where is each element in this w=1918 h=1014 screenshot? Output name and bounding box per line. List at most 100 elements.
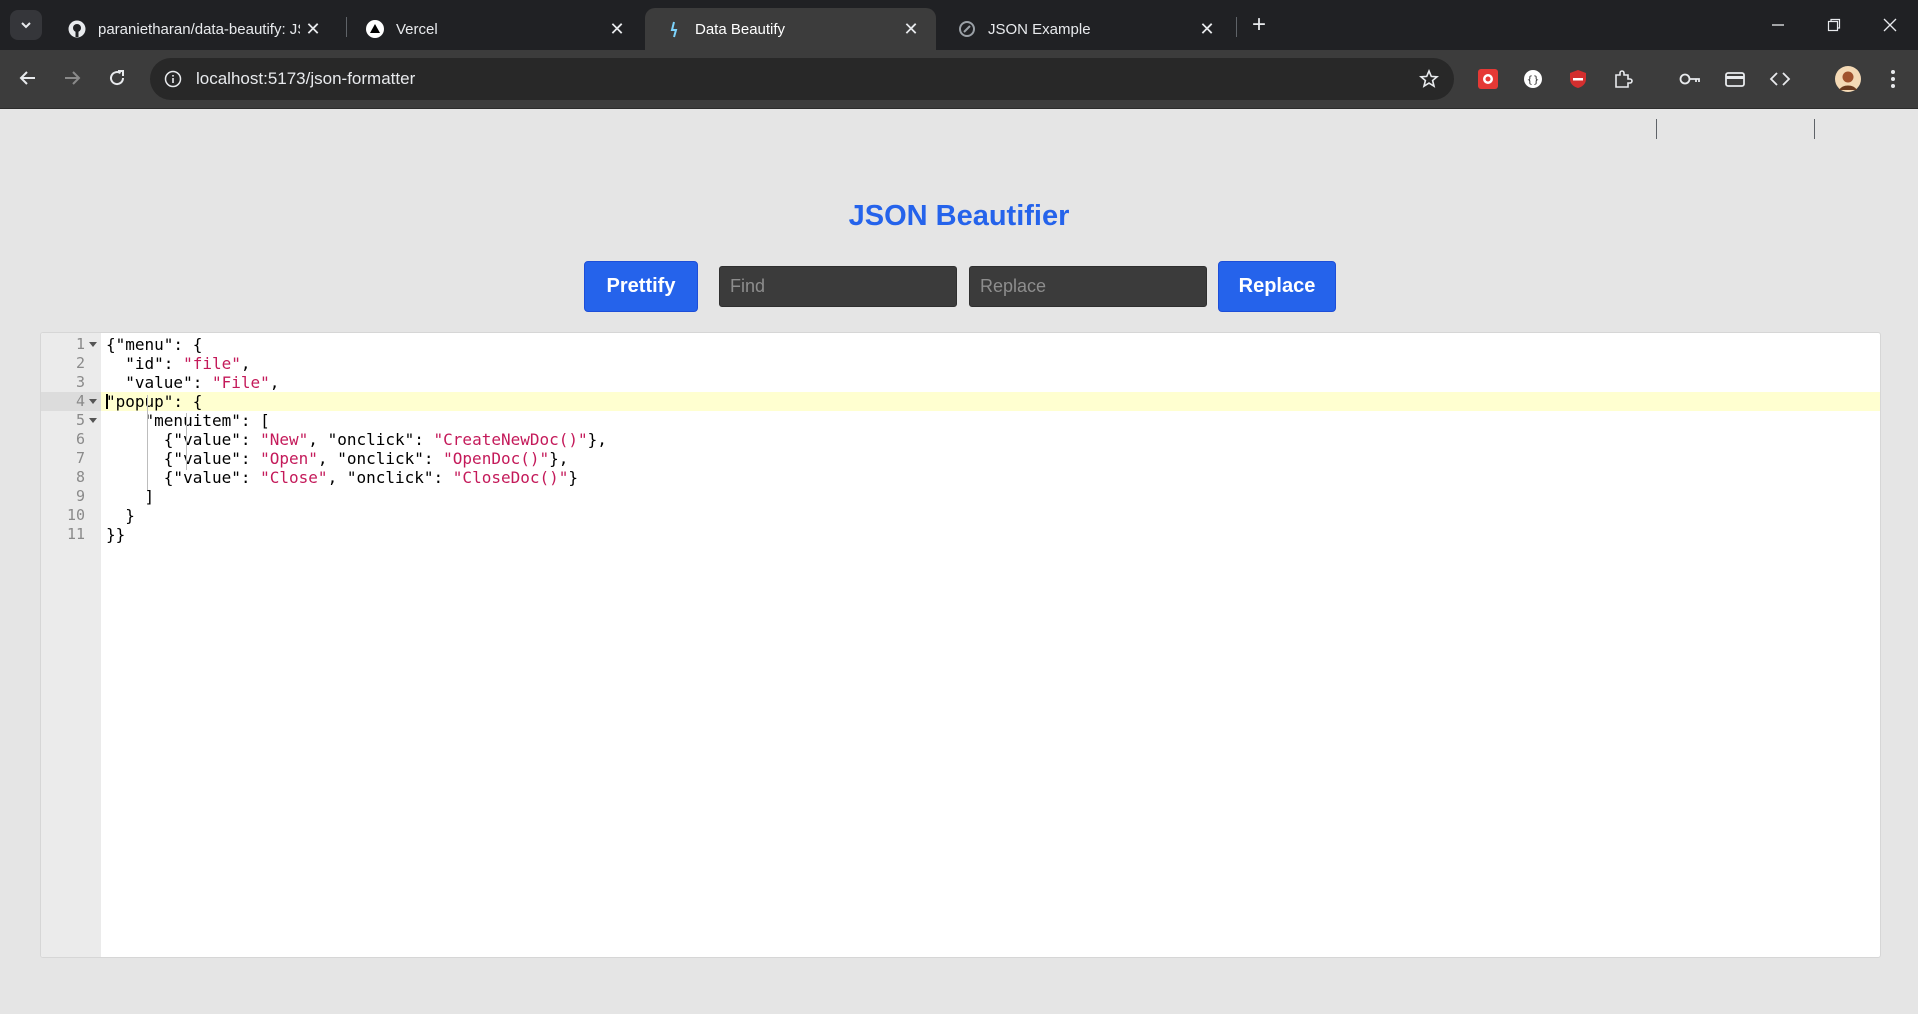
tab-title: Data Beautify (695, 20, 786, 38)
toolbar-divider (1656, 119, 1657, 139)
minimize-button[interactable] (1750, 8, 1806, 42)
site-info-icon[interactable] (162, 68, 184, 90)
tab-data-beautify[interactable]: Data Beautify ✕ (645, 8, 936, 50)
menu-kebab-icon[interactable] (1880, 66, 1906, 92)
line-number: 2 (75, 354, 85, 372)
code-line[interactable]: 8 {"value": "Close", "onclick": "CloseDo… (41, 468, 1880, 487)
code-token: "id": (106, 354, 184, 373)
ext-shield-icon[interactable] (1565, 66, 1591, 92)
code-token: , (269, 373, 280, 392)
close-icon[interactable]: ✕ (604, 16, 630, 42)
code-line[interactable]: 7 {"value": "Open", "onclick": "OpenDoc(… (41, 449, 1880, 468)
code-line[interactable]: 5 "menuitem": [ (41, 411, 1880, 430)
ext-white-circle-icon[interactable]: {} (1520, 66, 1546, 92)
string-token: "file" (183, 354, 241, 373)
tab-github[interactable]: paranietharan/data-beautify: JS ✕ (48, 8, 338, 50)
fold-toggle-icon[interactable] (89, 418, 97, 423)
code-token: }} (106, 525, 126, 544)
string-token: "CloseDoc()" (452, 468, 569, 487)
tab-json-example[interactable]: JSON Example ✕ (938, 8, 1232, 50)
tab-search-button[interactable] (10, 10, 42, 40)
replace-button[interactable]: Replace (1218, 261, 1336, 312)
github-icon (68, 20, 86, 38)
close-icon[interactable]: ✕ (1194, 16, 1220, 42)
string-token: "OpenDoc()" (443, 449, 550, 468)
bookmark-star-icon[interactable] (1418, 68, 1440, 90)
puzzle-icon[interactable] (1610, 66, 1636, 92)
close-window-button[interactable] (1862, 8, 1918, 42)
tab-title: paranietharan/data-beautify: JS (98, 20, 300, 38)
new-tab-button[interactable]: + (1246, 11, 1272, 38)
code-line[interactable]: 11}} (41, 525, 1880, 544)
card-icon[interactable] (1722, 66, 1748, 92)
code-token: , (240, 354, 251, 373)
code-token: {"value": (106, 430, 261, 449)
code-line[interactable]: 10 } (41, 506, 1880, 525)
code-line[interactable]: 1 {"menu": { (41, 335, 1880, 354)
string-token: "New" (260, 430, 309, 449)
tab-title: JSON Example (988, 20, 1091, 38)
toolbar-divider (1814, 119, 1815, 139)
code-token: }, (549, 449, 569, 468)
replace-input[interactable] (969, 266, 1207, 307)
string-token: "CreateNewDoc()" (433, 430, 588, 449)
text-cursor (106, 394, 108, 409)
code-text: "id": "file", (106, 354, 251, 373)
string-token: "File" (211, 373, 270, 392)
arrow-left-icon (19, 71, 35, 85)
json-icon (958, 20, 976, 38)
tab-vercel[interactable]: Vercel ✕ (346, 8, 642, 50)
code-text: "menuitem": [ (106, 411, 270, 430)
page-title: JSON Beautifier (848, 200, 1070, 232)
tab-divider (1236, 17, 1237, 37)
svg-text:{}: {} (1527, 75, 1540, 86)
line-number: 9 (75, 487, 85, 505)
key-icon[interactable] (1677, 66, 1703, 92)
editor-lines: 1 {"menu": {2 "id": "file", 3 "value": "Fi… (41, 335, 1880, 544)
code-text: {"value": "New", "onclick": "CreateNewDo… (106, 430, 607, 449)
prettify-button[interactable]: Prettify (584, 261, 698, 312)
restore-button[interactable] (1806, 8, 1862, 42)
code-text: }} (106, 525, 125, 544)
code-token: "menuitem": [ (106, 411, 270, 430)
code-line[interactable]: 3 "value": "File", (41, 373, 1880, 392)
json-editor[interactable]: 1 {"menu": {2 "id": "file", 3 "value": "Fi… (40, 332, 1881, 958)
avatar[interactable] (1834, 65, 1862, 93)
line-number: 11 (66, 525, 85, 543)
address-bar[interactable]: localhost:5173/json-formatter (150, 58, 1454, 100)
code-token: {"value": (106, 468, 261, 487)
code-text: {"value": "Open", "onclick": "OpenDoc()"… (106, 449, 569, 468)
minimize-icon (1772, 24, 1784, 26)
back-button[interactable] (12, 62, 44, 94)
line-number: 6 (75, 430, 85, 448)
vercel-icon (366, 20, 384, 38)
code-line[interactable]: 2 "id": "file", (41, 354, 1880, 373)
vite-icon (665, 20, 683, 38)
line-number: 10 (66, 506, 85, 524)
close-icon[interactable]: ✕ (300, 16, 326, 42)
code-line[interactable]: 9 ] (41, 487, 1880, 506)
code-text: "popup": { (106, 392, 202, 411)
close-icon (1883, 18, 1897, 32)
code-token: , "onclick": (308, 430, 434, 449)
browser-toolbar: localhost:5173/json-formatter {} (0, 50, 1918, 139)
tab-strip: paranietharan/data-beautify: JS ✕ Vercel… (0, 0, 1918, 50)
fold-toggle-icon[interactable] (89, 399, 97, 404)
tab-title: Vercel (396, 20, 438, 38)
code-icon[interactable] (1767, 66, 1793, 92)
url-text[interactable]: localhost:5173/json-formatter (196, 69, 415, 89)
code-line[interactable]: 6 {"value": "New", "onclick": "CreateNew… (41, 430, 1880, 449)
code-line[interactable]: 4 "popup": { (41, 392, 1880, 411)
fold-toggle-icon[interactable] (89, 342, 97, 347)
code-token: } (106, 506, 135, 525)
code-token: {"value": (106, 449, 261, 468)
code-text: {"value": "Close", "onclick": "CloseDoc(… (106, 468, 578, 487)
code-token: } (568, 468, 579, 487)
string-token: "Open" (260, 449, 318, 468)
ext-red-icon[interactable] (1475, 66, 1501, 92)
code-token: "popup": { (106, 392, 203, 411)
reload-button[interactable] (101, 62, 133, 94)
forward-button[interactable] (56, 62, 88, 94)
close-icon[interactable]: ✕ (898, 16, 924, 42)
find-input[interactable] (719, 266, 957, 307)
